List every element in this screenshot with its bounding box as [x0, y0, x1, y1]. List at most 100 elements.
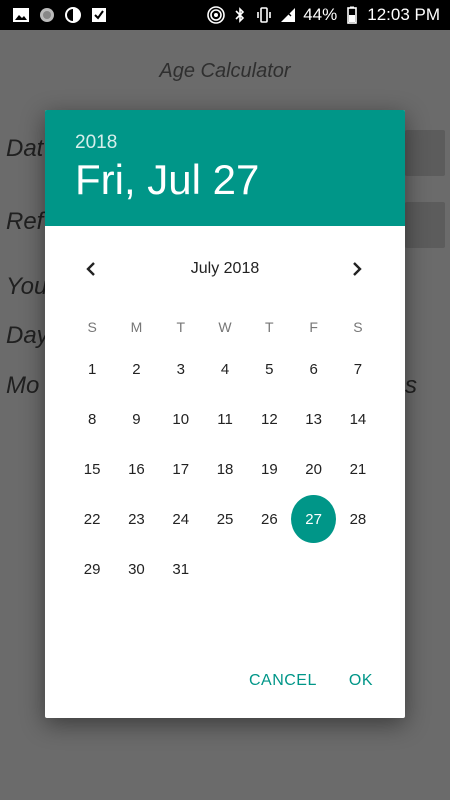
day-number: 21 — [349, 460, 367, 478]
day-cell[interactable]: 30 — [114, 544, 158, 594]
day-cell[interactable]: 11 — [203, 394, 247, 444]
empty-day-cell — [336, 544, 380, 594]
day-cell[interactable]: 29 — [70, 544, 114, 594]
day-number: 22 — [83, 510, 101, 528]
day-number: 11 — [217, 410, 233, 428]
day-rows: 1 2 3 4 5 6 7 8 9 10 11 12 13 14 15 16 17 18 19 20 21 22 23 24 2… — [70, 344, 402, 594]
month-navigation: July 2018 — [45, 256, 405, 282]
day-cell[interactable]: 28 — [336, 494, 380, 544]
toggle-icon — [65, 7, 81, 23]
weekday-label: M — [130, 319, 143, 335]
day-cell[interactable]: 14 — [336, 394, 380, 444]
day-number: 28 — [349, 510, 367, 528]
day-cell[interactable]: 17 — [159, 444, 203, 494]
day-cell[interactable]: 19 — [247, 444, 291, 494]
day-cell[interactable]: 27 — [291, 494, 336, 544]
calendar-grid: SMTWTFS 1 2 3 4 5 6 7 8 9 10 11 12 13 14 15 16 17 18 19 20 2… — [70, 310, 402, 594]
day-cell[interactable]: 21 — [336, 444, 380, 494]
clock: 12:03 PM — [367, 5, 440, 24]
day-cell[interactable]: 25 — [203, 494, 247, 544]
cancel-button[interactable]: CANCEL — [239, 664, 327, 698]
day-number: 30 — [128, 560, 145, 578]
day-cell[interactable]: 6 — [291, 344, 335, 394]
empty-day — [203, 545, 247, 593]
weekday-label: S — [353, 319, 363, 335]
dialog-header: 2018 Fri, Jul 27 — [45, 110, 405, 226]
selected-date[interactable]: Fri, Jul 27 — [75, 156, 259, 204]
day-number: 25 — [216, 510, 234, 528]
day-cell[interactable]: 15 — [70, 444, 114, 494]
day-cell[interactable]: 7 — [336, 344, 380, 394]
day-number: 19 — [260, 460, 278, 478]
weekday-header: SMTWTFS — [70, 310, 402, 344]
day-cell[interactable]: 3 — [159, 344, 203, 394]
days-label: Day — [6, 322, 49, 349]
week-row: 15 16 17 18 19 20 21 — [70, 444, 402, 494]
day-number: 13 — [305, 410, 322, 428]
day-cell[interactable]: 22 — [70, 494, 114, 544]
day-cell[interactable]: 20 — [291, 444, 335, 494]
day-cell[interactable]: 18 — [203, 444, 247, 494]
day-number: 1 — [87, 360, 97, 378]
week-row: 8 9 10 11 12 13 14 — [70, 394, 402, 444]
day-cell[interactable]: 10 — [159, 394, 203, 444]
weekday-label: S — [87, 319, 97, 335]
day-number: 15 — [83, 460, 101, 478]
day-cell[interactable]: 2 — [114, 344, 158, 394]
day-cell[interactable]: 26 — [247, 494, 291, 544]
check-shield-icon — [92, 8, 106, 22]
ok-button[interactable]: OK — [339, 664, 383, 698]
day-number: 29 — [83, 560, 101, 578]
empty-day — [247, 545, 291, 593]
day-number: 12 — [260, 410, 278, 428]
reference-date-field[interactable] — [405, 202, 445, 248]
weekday-label: T — [265, 319, 274, 335]
next-month-button[interactable] — [342, 256, 372, 282]
date-of-birth-field[interactable] — [405, 130, 445, 176]
bluetooth-icon — [235, 7, 245, 23]
day-number: 3 — [176, 360, 185, 378]
day-number: 17 — [172, 460, 190, 478]
day-cell[interactable]: 8 — [70, 394, 114, 444]
battery-percent: 44% — [303, 5, 338, 24]
day-number: 7 — [353, 360, 363, 378]
your-age-label: You — [6, 273, 48, 300]
day-number: 31 — [172, 560, 190, 578]
empty-day-cell — [247, 544, 291, 594]
weekday-label: F — [309, 319, 318, 335]
months-label-tail: s — [405, 372, 417, 399]
weekday-label: W — [218, 319, 232, 335]
vibrate-icon — [257, 7, 272, 23]
image-icon — [13, 8, 29, 22]
day-cell[interactable]: 5 — [247, 344, 291, 394]
day-number: 6 — [309, 360, 318, 378]
day-cell[interactable]: 12 — [247, 394, 291, 444]
day-cell[interactable]: 1 — [70, 344, 114, 394]
empty-day-cell — [203, 544, 247, 594]
day-number: 20 — [305, 460, 322, 478]
day-cell[interactable]: 24 — [159, 494, 203, 544]
empty-day — [291, 545, 335, 593]
day-cell[interactable]: 31 — [159, 544, 203, 594]
day-number: 14 — [349, 410, 367, 428]
week-row: 22 23 24 25 26 27 28 — [70, 494, 402, 544]
selected-year[interactable]: 2018 — [75, 132, 117, 154]
day-cell[interactable]: 13 — [291, 394, 335, 444]
day-cell[interactable]: 16 — [114, 444, 158, 494]
day-number: 2 — [132, 360, 141, 378]
week-row: 1 2 3 4 5 6 7 — [70, 344, 402, 394]
weekday-label: T — [176, 319, 186, 335]
day-cell[interactable]: 4 — [203, 344, 247, 394]
empty-day-cell — [291, 544, 335, 594]
day-number: 18 — [216, 460, 234, 478]
battery-charging-icon — [347, 6, 358, 24]
hotspot-icon — [207, 6, 226, 24]
week-row: 29 30 31 — [70, 544, 402, 594]
app-title: Age Calculator — [159, 60, 291, 82]
months-label: Mo — [6, 372, 40, 399]
day-cell[interactable]: 9 — [114, 394, 158, 444]
day-cell[interactable]: 23 — [114, 494, 158, 544]
day-number: 4 — [220, 360, 230, 378]
dialog-actions: CANCEL OK — [239, 664, 405, 698]
reference-date-label: Ref — [6, 208, 44, 235]
